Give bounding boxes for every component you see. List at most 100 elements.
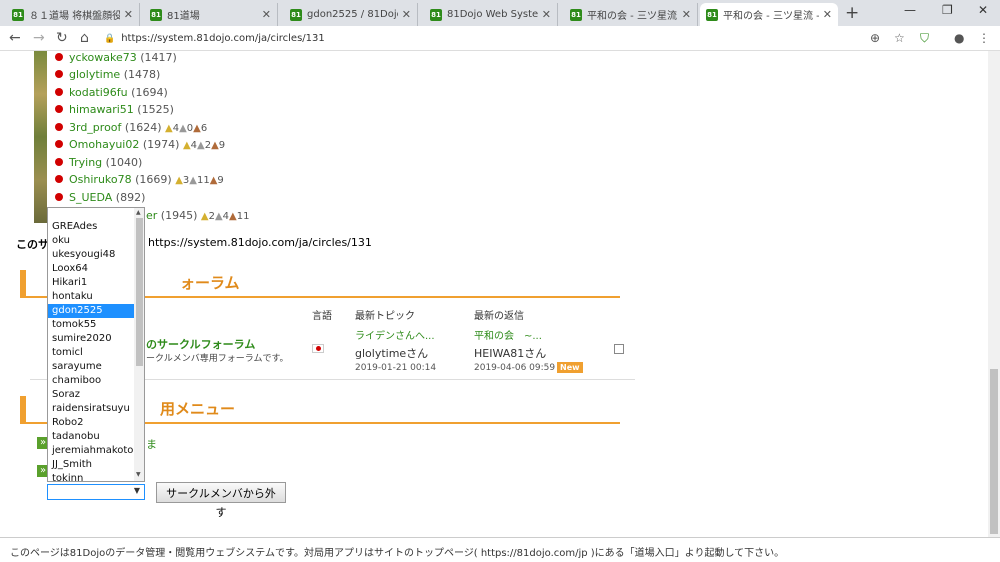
home-icon[interactable]: ⌂ (80, 30, 89, 46)
select-option[interactable]: sumire2020 (48, 332, 134, 346)
81dojo-favicon-icon: 81 (430, 8, 442, 21)
select-option[interactable]: tokinn (48, 472, 134, 481)
81dojo-favicon-icon: 81 (706, 8, 718, 21)
forum-subscribe-checkbox[interactable] (614, 344, 624, 354)
japan-flag-icon (55, 175, 63, 183)
81dojo-favicon-icon: 81 (12, 8, 24, 21)
japan-flag-icon (55, 70, 63, 78)
forum-description: ークルメンバ専用フォーラムです。 (146, 354, 289, 364)
select-option[interactable]: raidensiratsuyu (48, 402, 134, 416)
member-select[interactable]: ▼ (47, 484, 145, 500)
latest-reply-author: HEIWA81さん (474, 347, 547, 360)
scroll-up-icon[interactable]: ▲ (136, 209, 141, 216)
close-icon[interactable]: ✕ (402, 8, 411, 21)
decorative-shogi-banner (34, 51, 47, 223)
menu-link[interactable]: ま (146, 436, 157, 452)
shield-extension-icon[interactable]: ⛉ (920, 31, 929, 46)
forum-title-link[interactable]: のサークルフォーラム (146, 336, 255, 352)
dropdown-scrollbar[interactable]: ▲ ▼ (134, 208, 144, 481)
81dojo-favicon-icon: 81 (570, 8, 582, 21)
member-link[interactable]: Trying (69, 156, 102, 169)
member-select-dropdown-list[interactable]: GREAdes oku ukesyougi48 Loox64 Hikari1 h… (47, 207, 145, 482)
browser-tab[interactable]: 81 平和の会 - 三ツ星流 - / ✕ (564, 3, 698, 26)
close-icon[interactable]: ✕ (542, 8, 551, 21)
member-entry: yckowake73 (1417) (55, 51, 177, 68)
new-badge: New (557, 362, 583, 373)
lock-icon: 🔒 (104, 33, 116, 44)
profile-avatar-icon[interactable]: ● (954, 31, 964, 45)
select-option[interactable]: Robo2 (48, 416, 134, 430)
latest-topic-link[interactable]: ライデンさんへ... (355, 327, 435, 342)
select-option[interactable]: tomok55 (48, 318, 134, 332)
member-link[interactable]: glolytime (69, 68, 120, 81)
select-option[interactable]: tomicl (48, 346, 134, 360)
japan-flag-icon (55, 105, 63, 113)
member-link[interactable]: Oshiruko78 (69, 173, 132, 186)
latest-topic-date: 2019-01-21 00:14 (355, 363, 437, 373)
page-scroll-thumb[interactable] (990, 369, 998, 534)
scroll-down-icon[interactable]: ▼ (136, 471, 141, 478)
member-link[interactable]: himawari51 (69, 103, 134, 116)
select-option[interactable]: GREAdes (48, 220, 134, 234)
window-close-icon[interactable]: ✕ (978, 3, 988, 17)
member-entry: S_UEDA (892) (55, 191, 145, 208)
silver-medal-icon: ▲ (189, 175, 197, 186)
column-language: 言語 (312, 311, 332, 322)
select-option[interactable]: jeremiahmakoto (48, 444, 134, 458)
select-option[interactable]: chamiboo (48, 374, 134, 388)
browser-tab[interactable]: 81 81Dojo Web System ✕ (424, 3, 558, 26)
menu-kebab-icon[interactable]: ⋮ (978, 31, 990, 45)
reload-icon[interactable]: ↻ (56, 30, 68, 46)
select-option[interactable]: hontaku (48, 290, 134, 304)
bookmark-star-icon[interactable]: ☆ (894, 31, 905, 45)
circle-url: https://system.81dojo.com/ja/circles/131 (148, 236, 372, 249)
back-arrow-icon[interactable]: ← (9, 30, 21, 46)
restore-icon[interactable]: ❐ (942, 3, 953, 17)
browser-tab[interactable]: 81 81道場 ✕ (144, 3, 278, 26)
silver-medal-icon: ▲ (214, 211, 223, 222)
select-option-highlighted[interactable]: gdon2525 (48, 304, 134, 318)
select-option[interactable]: tadanobu (48, 430, 134, 444)
close-icon[interactable]: ✕ (823, 8, 832, 21)
select-option[interactable]: oku (48, 234, 134, 248)
browser-tab-active[interactable]: 81 平和の会 - 三ツ星流 - / ✕ (700, 3, 838, 26)
member-link[interactable]: Omohayui02 (69, 138, 139, 151)
member-entry: Oshiruko78 (1669) ▲3▲11▲9 (55, 173, 224, 190)
dropdown-scroll-thumb[interactable] (136, 218, 143, 366)
remove-member-button[interactable]: サークルメンバから外す (156, 482, 286, 519)
minimize-icon[interactable]: — (904, 3, 916, 17)
select-option[interactable]: sarayume (48, 360, 134, 374)
bronze-medal-icon: ▲ (229, 211, 237, 222)
member-link[interactable]: er (146, 209, 157, 222)
select-option[interactable]: Soraz (48, 388, 134, 402)
member-entry: 3rd_proof (1624) ▲4▲0▲6 (55, 121, 207, 138)
member-entry: Omohayui02 (1974) ▲4▲2▲9 (55, 138, 225, 155)
latest-topic-author: glolytimeさん (355, 347, 429, 360)
address-bar[interactable]: 🔒 https://system.81dojo.com/ja/circles/1… (104, 29, 912, 48)
silver-medal-icon: ▲ (197, 140, 205, 151)
new-tab-plus-icon[interactable]: + (845, 3, 859, 23)
member-link[interactable]: yckowake73 (69, 51, 137, 64)
browser-tab[interactable]: 81 gdon2525 / 81Dojo We ✕ (284, 3, 418, 26)
member-link[interactable]: 3rd_proof (69, 121, 121, 134)
japan-flag-icon (55, 123, 63, 131)
close-icon[interactable]: ✕ (262, 8, 271, 21)
column-latest-topic: 最新トピック (355, 311, 415, 322)
browser-tab[interactable]: 81 ８１道場 将棋盤顔役 ✕ (6, 3, 140, 26)
member-link[interactable]: kodati96fu (69, 86, 128, 99)
page-scrollbar[interactable] (988, 51, 1000, 537)
gold-medal-icon: ▲ (182, 140, 191, 151)
select-option[interactable]: Hikari1 (48, 276, 134, 290)
zoom-icon[interactable]: ⊕ (870, 31, 880, 45)
japan-flag-icon (55, 53, 63, 61)
close-icon[interactable]: ✕ (124, 8, 133, 21)
address-url: https://system.81dojo.com/ja/circles/131 (121, 33, 325, 44)
member-link[interactable]: S_UEDA (69, 191, 112, 204)
forward-arrow-icon[interactable]: → (33, 30, 45, 46)
latest-reply-link[interactable]: 平和の会 ~... (474, 327, 542, 342)
close-icon[interactable]: ✕ (682, 8, 691, 21)
member-entry: kodati96fu (1694) (55, 86, 168, 103)
select-option[interactable]: Loox64 (48, 262, 134, 276)
select-option[interactable]: JJ_Smith (48, 458, 134, 472)
select-option[interactable]: ukesyougi48 (48, 248, 134, 262)
